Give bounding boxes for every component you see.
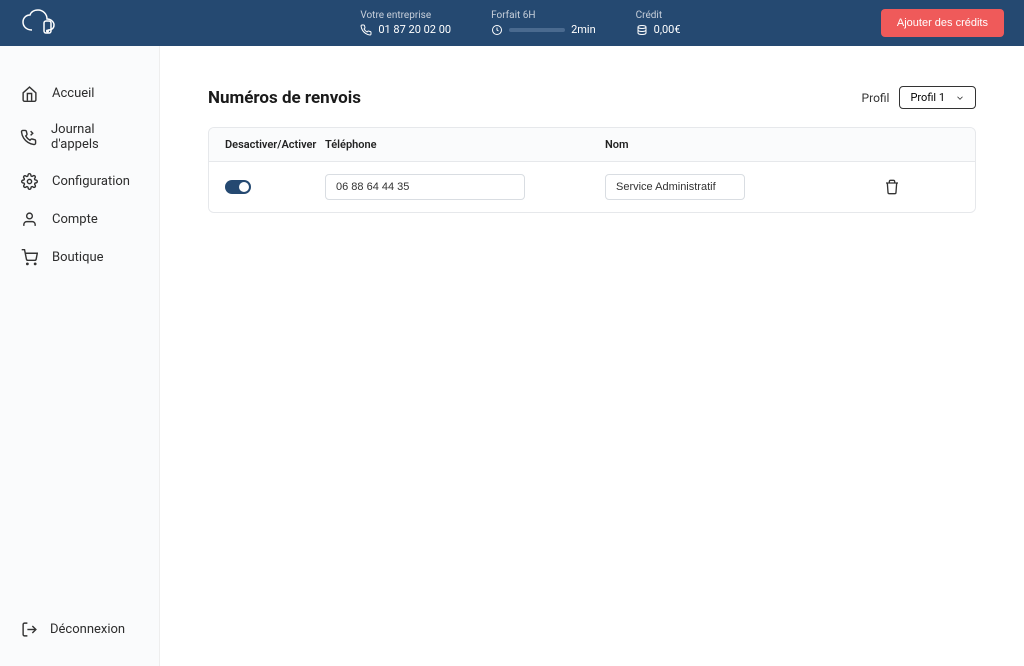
company-phone: 01 87 20 02 00 (378, 23, 451, 36)
gear-icon (20, 172, 38, 190)
toggle-knob (239, 182, 249, 192)
sidebar-item-label: Accueil (52, 86, 94, 101)
plan-row: 2min (491, 23, 596, 36)
sidebar-item-compte[interactable]: Compte (0, 200, 159, 238)
credit-label: Crédit (636, 10, 681, 21)
chevron-down-icon (955, 93, 965, 103)
col-header-phone: Téléphone (325, 138, 605, 151)
plan-label: Forfait 6H (491, 10, 596, 21)
main-content: Numéros de renvois Profil Profil 1 Desac… (160, 46, 1024, 666)
sidebar-item-journal[interactable]: Journal d'appels (0, 112, 159, 162)
credit-value: 0,00€ (654, 23, 681, 36)
name-input[interactable] (605, 174, 745, 200)
sidebar-item-accueil[interactable]: Accueil (0, 74, 159, 112)
page-title: Numéros de renvois (208, 88, 361, 108)
sidebar-item-configuration[interactable]: Configuration (0, 162, 159, 200)
delete-button[interactable] (884, 179, 900, 195)
stat-company: Votre entreprise 01 87 20 02 00 (360, 10, 451, 36)
sidebar-item-label: Configuration (52, 174, 130, 189)
profile-selected: Profil 1 (910, 91, 945, 104)
logout-button[interactable]: Déconnexion (0, 604, 159, 666)
logout-label: Déconnexion (50, 622, 125, 637)
page-header: Numéros de renvois Profil Profil 1 (208, 86, 976, 109)
cloud-phone-icon (20, 8, 66, 38)
profile-dropdown[interactable]: Profil 1 (899, 86, 976, 109)
phone-icon (360, 24, 372, 36)
header-stats: Votre entreprise 01 87 20 02 00 Forfait … (160, 10, 881, 36)
company-phone-row: 01 87 20 02 00 (360, 23, 451, 36)
clock-icon (491, 24, 503, 36)
sidebar: Accueil Journal d'appels Configuration C… (0, 46, 160, 666)
cart-icon (20, 248, 38, 266)
sidebar-item-label: Journal d'appels (51, 122, 139, 152)
sidebar-item-label: Boutique (52, 250, 104, 265)
row-toggle[interactable] (225, 180, 251, 194)
app-header: Votre entreprise 01 87 20 02 00 Forfait … (0, 0, 1024, 46)
col-header-toggle: Desactiver/Activer (225, 138, 325, 151)
phone-input[interactable] (325, 174, 525, 200)
stat-plan: Forfait 6H 2min (491, 10, 596, 36)
home-icon (20, 84, 38, 102)
nav-list: Accueil Journal d'appels Configuration C… (0, 74, 159, 604)
call-log-icon (20, 128, 37, 146)
profile-label: Profil (862, 91, 890, 105)
logo (20, 8, 160, 38)
add-credits-button[interactable]: Ajouter des crédits (881, 9, 1004, 37)
forward-numbers-table: Desactiver/Activer Téléphone Nom (208, 127, 976, 213)
stat-credit: Crédit 0,00€ (636, 10, 681, 36)
table-row (209, 162, 975, 212)
company-label: Votre entreprise (360, 10, 451, 21)
coins-icon (636, 24, 648, 36)
col-header-name: Nom (605, 138, 825, 151)
profile-select-area: Profil Profil 1 (862, 86, 976, 109)
logout-icon (20, 620, 38, 638)
table-header: Desactiver/Activer Téléphone Nom (209, 128, 975, 162)
credit-row: 0,00€ (636, 23, 681, 36)
sidebar-item-label: Compte (52, 212, 98, 227)
trash-icon (884, 179, 900, 195)
sidebar-item-boutique[interactable]: Boutique (0, 238, 159, 276)
user-icon (20, 210, 38, 228)
plan-remaining: 2min (571, 23, 596, 36)
plan-progress (509, 28, 565, 32)
